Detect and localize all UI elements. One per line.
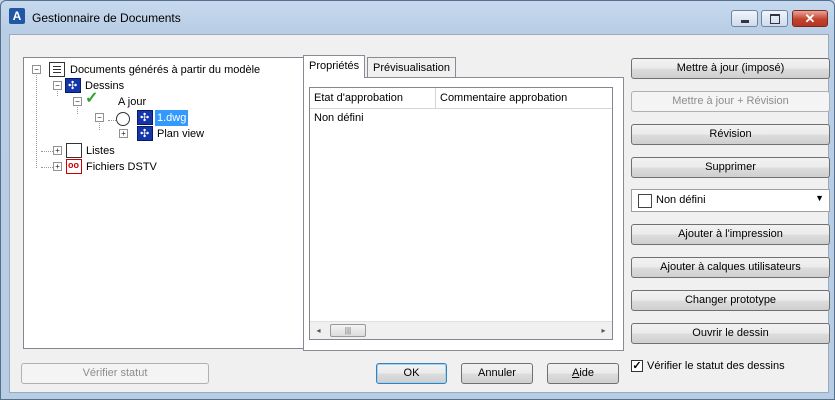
tree-connector (41, 167, 53, 168)
drawing-icon (65, 78, 81, 94)
tree-item-file[interactable]: − 1.dwg (95, 110, 295, 126)
tab-panel: Etat d'approbation Commentaire approbati… (303, 77, 624, 351)
list-icon (66, 143, 82, 158)
tree-item-lists[interactable]: + Listes (53, 143, 253, 159)
tree-item-plan-view[interactable]: + Plan view (119, 126, 299, 142)
tree-item-label: Plan view (157, 128, 205, 140)
tree-item-up-to-date[interactable]: − ✓ A jour (73, 90, 273, 110)
close-button[interactable]: ✕ (792, 10, 828, 27)
cancel-button[interactable]: Annuler (461, 363, 533, 384)
tree-item-label: 1.dwg (155, 110, 189, 126)
tree-item-label: Fichiers DSTV (86, 161, 157, 173)
scroll-right-icon[interactable]: ▸ (595, 322, 612, 339)
tree-item-root[interactable]: − Documents générés à partir du modèle (32, 62, 302, 78)
verify-status-label[interactable]: Vérifier le statut des dessins (647, 360, 785, 372)
dialog-body: − Documents générés à partir du modèle −… (9, 34, 830, 393)
column-header-approval-comment[interactable]: Commentaire approbation (436, 88, 612, 108)
expand-toggle[interactable]: + (119, 129, 128, 138)
maximize-icon (770, 14, 780, 24)
collapse-toggle[interactable]: − (32, 65, 41, 74)
dstv-icon (66, 157, 82, 174)
update-revision-button[interactable]: Mettre à jour + Révision (631, 91, 830, 112)
tab-preview[interactable]: Prévisualisation (367, 57, 457, 77)
collapse-toggle[interactable]: − (95, 113, 104, 122)
column-header-approval-state[interactable]: Etat d'approbation (310, 88, 436, 108)
properties-tab-area: Propriétés Prévisualisation Etat d'appro… (303, 55, 624, 351)
dwg-file-icon (137, 110, 153, 126)
help-button[interactable]: Aide (547, 363, 619, 384)
tree-item-drawings[interactable]: − Dessins (53, 78, 253, 94)
revision-button[interactable]: Révision (631, 124, 830, 145)
verify-status-button[interactable]: Vérifier statut (21, 363, 209, 384)
approval-grid[interactable]: Etat d'approbation Commentaire approbati… (309, 87, 613, 340)
tree-connector (41, 151, 53, 152)
collapse-toggle[interactable]: − (73, 97, 82, 106)
minimize-button[interactable] (731, 10, 758, 27)
horizontal-scrollbar[interactable]: ◂ ||| ▸ (310, 321, 612, 339)
maximize-button[interactable] (761, 10, 788, 27)
help-label-rest: ide (579, 367, 595, 379)
minimize-icon (741, 20, 749, 23)
verify-status-checkbox[interactable]: ✓ (631, 360, 643, 372)
close-icon: ✕ (804, 11, 816, 26)
scroll-thumb[interactable]: ||| (330, 324, 366, 337)
tree-connector (36, 72, 37, 168)
advance-steel-icon: A (9, 8, 25, 24)
delete-button[interactable]: Supprimer (631, 157, 830, 178)
selected-status: Non défini (656, 194, 706, 206)
documents-icon (49, 62, 65, 77)
document-tree[interactable]: − Documents générés à partir du modèle −… (23, 57, 305, 349)
expand-toggle[interactable]: + (53, 162, 62, 171)
expand-toggle[interactable]: + (53, 146, 62, 155)
window-title: Gestionnaire de Documents (32, 11, 181, 25)
tree-item-label: A jour (118, 96, 147, 108)
approval-status-select[interactable]: Non défini ▼ (631, 189, 830, 212)
chevron-down-icon[interactable]: ▼ (815, 193, 824, 203)
update-forced-button[interactable]: Mettre à jour (imposé) (631, 58, 830, 79)
open-drawing-button[interactable]: Ouvrir le dessin (631, 323, 830, 344)
add-user-layers-button[interactable]: Ajouter à calques utilisateurs (631, 257, 830, 278)
tab-properties[interactable]: Propriétés (303, 55, 366, 78)
check-icon: ✓ (85, 90, 99, 107)
tree-item-label: Documents générés à partir du modèle (70, 64, 261, 76)
color-swatch-icon (638, 194, 652, 208)
status-circle-icon (116, 112, 130, 126)
grid-header: Etat d'approbation Commentaire approbati… (310, 88, 612, 109)
add-print-button[interactable]: Ajouter à l'impression (631, 224, 830, 245)
view-icon (137, 126, 153, 142)
scroll-left-icon[interactable]: ◂ (310, 322, 327, 339)
document-manager-window: A Gestionnaire de Documents ✕ − Document… (0, 0, 835, 400)
title-bar[interactable]: A Gestionnaire de Documents ✕ (1, 1, 834, 34)
change-prototype-button[interactable]: Changer prototype (631, 290, 830, 311)
cell-approval-state[interactable]: Non défini (314, 112, 364, 124)
tree-item-label: Listes (86, 145, 115, 157)
tree-item-dstv[interactable]: + Fichiers DSTV (53, 157, 253, 175)
collapse-toggle[interactable]: − (53, 81, 62, 90)
ok-button[interactable]: OK (376, 363, 447, 384)
